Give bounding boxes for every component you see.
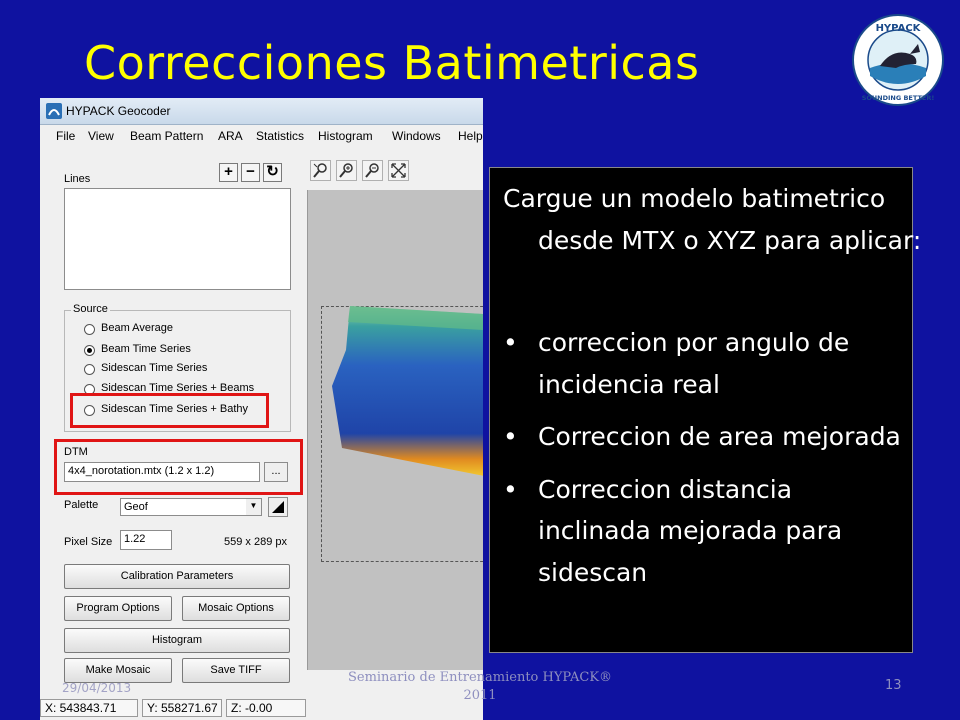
zoom-out-icon bbox=[365, 163, 379, 178]
menu-histogram[interactable]: Histogram bbox=[318, 129, 373, 143]
status-z-value: Z: -0.00 bbox=[226, 699, 306, 717]
bullet-text: Correccion distancia inclinada mejorada … bbox=[538, 474, 843, 587]
lines-label: Lines bbox=[64, 173, 91, 185]
bullet-list: • correccion por angulo de incidencia rea… bbox=[503, 322, 903, 604]
slide-title: Correcciones Batimetricas bbox=[84, 36, 700, 90]
pixel-size-field[interactable]: 1.22 bbox=[120, 530, 172, 550]
footer-date: 29/04/2013 bbox=[62, 681, 132, 695]
bullet-item: • Correccion distancia inclinada mejorada… bbox=[503, 469, 903, 594]
zoom-in-icon bbox=[339, 163, 353, 178]
calibration-parameters-button[interactable]: Calibration Parameters bbox=[64, 564, 290, 589]
zoom-in-button[interactable] bbox=[336, 160, 357, 181]
menu-ara[interactable]: ARA bbox=[218, 129, 243, 143]
palette-triangle-icon bbox=[272, 501, 284, 513]
geocoder-window: HYPACK Geocoder File View Beam Pattern A… bbox=[40, 98, 483, 720]
bullet-icon: • bbox=[503, 474, 518, 504]
mosaic-options-button[interactable]: Mosaic Options bbox=[182, 596, 290, 621]
option-label: Sidescan Time Series bbox=[101, 362, 208, 374]
option-label: Beam Average bbox=[101, 322, 173, 334]
palette-label: Palette bbox=[64, 499, 99, 511]
bullet-text: Correccion de area mejorada bbox=[538, 422, 901, 451]
radio-beam-average[interactable] bbox=[84, 324, 95, 335]
zoom-extents-icon bbox=[313, 163, 327, 178]
palette-color-button[interactable] bbox=[268, 497, 288, 517]
mosaic-canvas[interactable] bbox=[307, 190, 483, 670]
mosaic-image bbox=[332, 306, 483, 476]
refresh-lines-button[interactable]: ↻ bbox=[263, 163, 282, 182]
window-title: HYPACK Geocoder bbox=[66, 104, 171, 118]
menu-windows[interactable]: Windows bbox=[392, 129, 441, 143]
menu-beam-pattern[interactable]: Beam Pattern bbox=[130, 129, 203, 143]
status-x-coordinate: X: 543843.71 bbox=[40, 699, 138, 717]
save-tiff-button[interactable]: Save TIFF bbox=[182, 658, 290, 683]
highlight-dtm bbox=[54, 439, 303, 495]
logo-bottom-text: SOUNDING BETTER! bbox=[862, 94, 935, 102]
textbox-intro: Cargue un modelo batimetrico desde MTX o… bbox=[503, 184, 922, 255]
make-mosaic-button[interactable]: Make Mosaic bbox=[64, 658, 172, 683]
program-options-button[interactable]: Program Options bbox=[64, 596, 172, 621]
menu-statistics[interactable]: Statistics bbox=[256, 129, 304, 143]
palette-dropdown-button[interactable]: ▼ bbox=[246, 499, 261, 515]
bullet-item: • correccion por angulo de incidencia rea… bbox=[503, 322, 903, 405]
bullet-icon: • bbox=[503, 422, 518, 451]
image-dimensions: 559 x 289 px bbox=[224, 536, 287, 548]
add-line-button[interactable]: + bbox=[219, 163, 238, 182]
menu-file[interactable]: File bbox=[56, 129, 75, 143]
menu-bar: File View Beam Pattern ARA Statistics Hi… bbox=[40, 126, 483, 146]
menu-help[interactable]: Help bbox=[458, 129, 483, 143]
footer-seminar: Seminario de Entrenamiento HYPACK® 2011 bbox=[347, 670, 613, 703]
status-y-coordinate: Y: 558271.67 bbox=[142, 699, 222, 717]
radio-sidescan-time-series[interactable] bbox=[84, 364, 95, 375]
option-label: Beam Time Series bbox=[101, 343, 191, 355]
palette-value: Geof bbox=[124, 501, 148, 513]
radio-beam-time-series[interactable] bbox=[84, 345, 95, 356]
zoom-out-button[interactable] bbox=[362, 160, 383, 181]
menu-view[interactable]: View bbox=[88, 129, 114, 143]
zoom-extents-button[interactable] bbox=[310, 160, 331, 181]
hypack-whale-logo: HYPACK SOUNDING BETTER! bbox=[852, 14, 944, 106]
histogram-button[interactable]: Histogram bbox=[64, 628, 290, 653]
source-label: Source bbox=[71, 303, 110, 315]
logo-top-text: HYPACK bbox=[876, 23, 922, 34]
bullet-icon: • bbox=[503, 328, 518, 357]
refresh-icon: ↻ bbox=[266, 163, 279, 180]
plus-icon: + bbox=[224, 163, 233, 180]
bullet-text: correccion por angulo de incidencia real bbox=[538, 328, 850, 399]
minus-icon: − bbox=[246, 163, 255, 180]
app-icon bbox=[46, 103, 62, 119]
lines-list[interactable] bbox=[64, 188, 291, 290]
chevron-down-icon: ▼ bbox=[249, 501, 258, 510]
pixel-size-label: Pixel Size bbox=[64, 536, 113, 548]
window-titlebar[interactable]: HYPACK Geocoder bbox=[40, 98, 483, 125]
fit-view-button[interactable] bbox=[388, 160, 409, 181]
remove-line-button[interactable]: − bbox=[241, 163, 260, 182]
explanation-textbox: Cargue un modelo batimetrico desde MTX o… bbox=[489, 167, 921, 653]
palette-select[interactable]: Geof bbox=[120, 498, 262, 516]
highlight-bathy-option bbox=[70, 393, 269, 428]
expand-arrows-icon bbox=[391, 163, 406, 178]
bullet-item: • Correccion de area mejorada bbox=[503, 416, 903, 458]
slide-number: 13 bbox=[885, 678, 902, 693]
